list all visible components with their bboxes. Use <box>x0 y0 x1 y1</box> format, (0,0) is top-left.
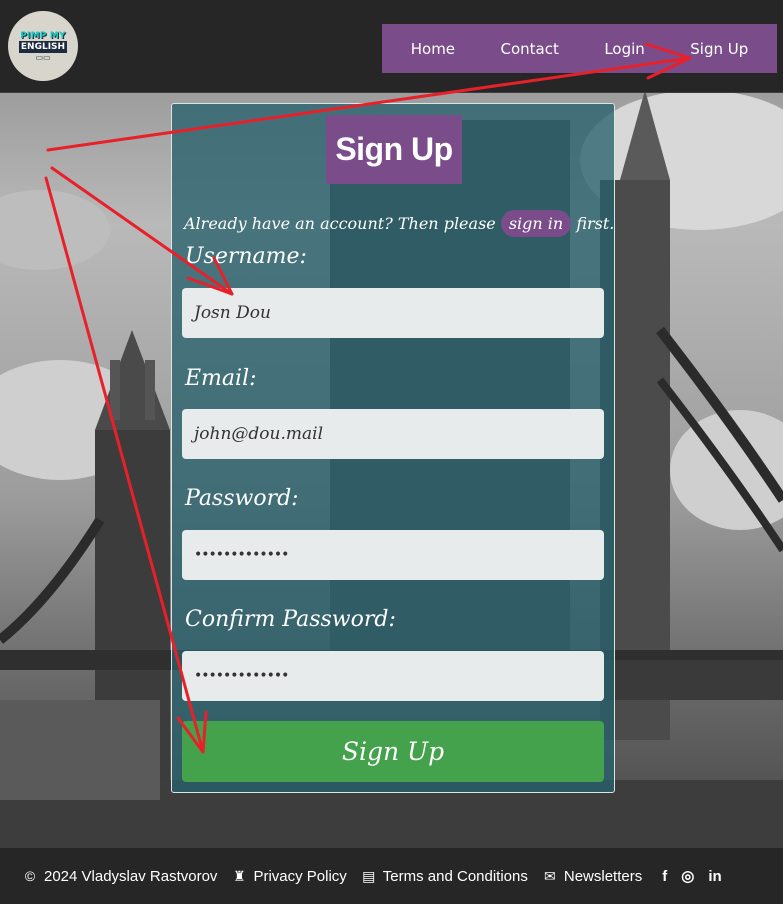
page-title: Sign Up <box>326 115 462 184</box>
privacy-link-label: Privacy Policy <box>253 867 347 885</box>
books-icon: ▭▭ <box>35 52 51 62</box>
copyright-icon: © <box>24 868 36 884</box>
nav-login[interactable]: Login <box>596 34 652 64</box>
password-input[interactable]: ••••••••••••• <box>182 530 604 580</box>
envelope-open-icon: ✉ <box>544 867 556 884</box>
site-footer: © 2024 Vladyslav Rastvorov ♜ Privacy Pol… <box>0 848 783 904</box>
terms-link[interactable]: ▤ Terms and Conditions <box>361 868 528 885</box>
user-secret-icon: ♜ <box>233 867 246 884</box>
site-header: PIMP MY ENGLISH ▭▭ Home Contact Login Si… <box>0 0 783 93</box>
confirm-password-label: Confirm Password: <box>185 607 396 632</box>
logo-text-bottom: ENGLISH <box>18 40 68 53</box>
signin-prompt-text: Already have an account? Then please <box>184 214 496 233</box>
terms-link-label: Terms and Conditions <box>382 867 528 885</box>
signin-link[interactable]: sign in <box>500 210 572 237</box>
username-label: Username: <box>185 244 307 269</box>
newsletters-link-label: Newsletters <box>563 867 643 885</box>
site-logo[interactable]: PIMP MY ENGLISH ▭▭ <box>8 11 78 81</box>
social-links: f ◎ in <box>662 867 735 886</box>
confirm-password-input[interactable]: ••••••••••••• <box>182 651 604 701</box>
copyright-text: 2024 Vladyslav Rastvorov <box>44 867 218 885</box>
document-icon: ▤ <box>362 867 376 884</box>
linkedin-icon[interactable]: in <box>708 868 721 885</box>
nav-signup[interactable]: Sign Up <box>682 34 756 64</box>
copyright: © 2024 Vladyslav Rastvorov <box>22 867 218 885</box>
signup-form-card: Sign Up Already have an account? Then pl… <box>171 103 615 793</box>
instagram-icon[interactable]: ◎ <box>681 867 694 885</box>
nav-contact[interactable]: Contact <box>493 34 567 64</box>
signup-submit-button[interactable]: Sign Up <box>182 721 604 782</box>
newsletters-link[interactable]: ✉ Newsletters <box>542 868 642 885</box>
nav-home[interactable]: Home <box>403 34 463 64</box>
privacy-link[interactable]: ♜ Privacy Policy <box>231 867 347 885</box>
signin-prompt: Already have an account? Then please sig… <box>184 210 614 237</box>
password-label: Password: <box>185 486 299 511</box>
email-label: Email: <box>185 366 257 391</box>
email-input[interactable]: john@dou.mail <box>182 409 604 459</box>
main-nav: Home Contact Login Sign Up <box>382 24 777 73</box>
logo-text-top: PIMP MY <box>20 30 66 41</box>
signin-prompt-text-end: first. <box>576 214 615 233</box>
facebook-icon[interactable]: f <box>662 868 667 885</box>
username-input[interactable]: Josn Dou <box>182 288 604 338</box>
